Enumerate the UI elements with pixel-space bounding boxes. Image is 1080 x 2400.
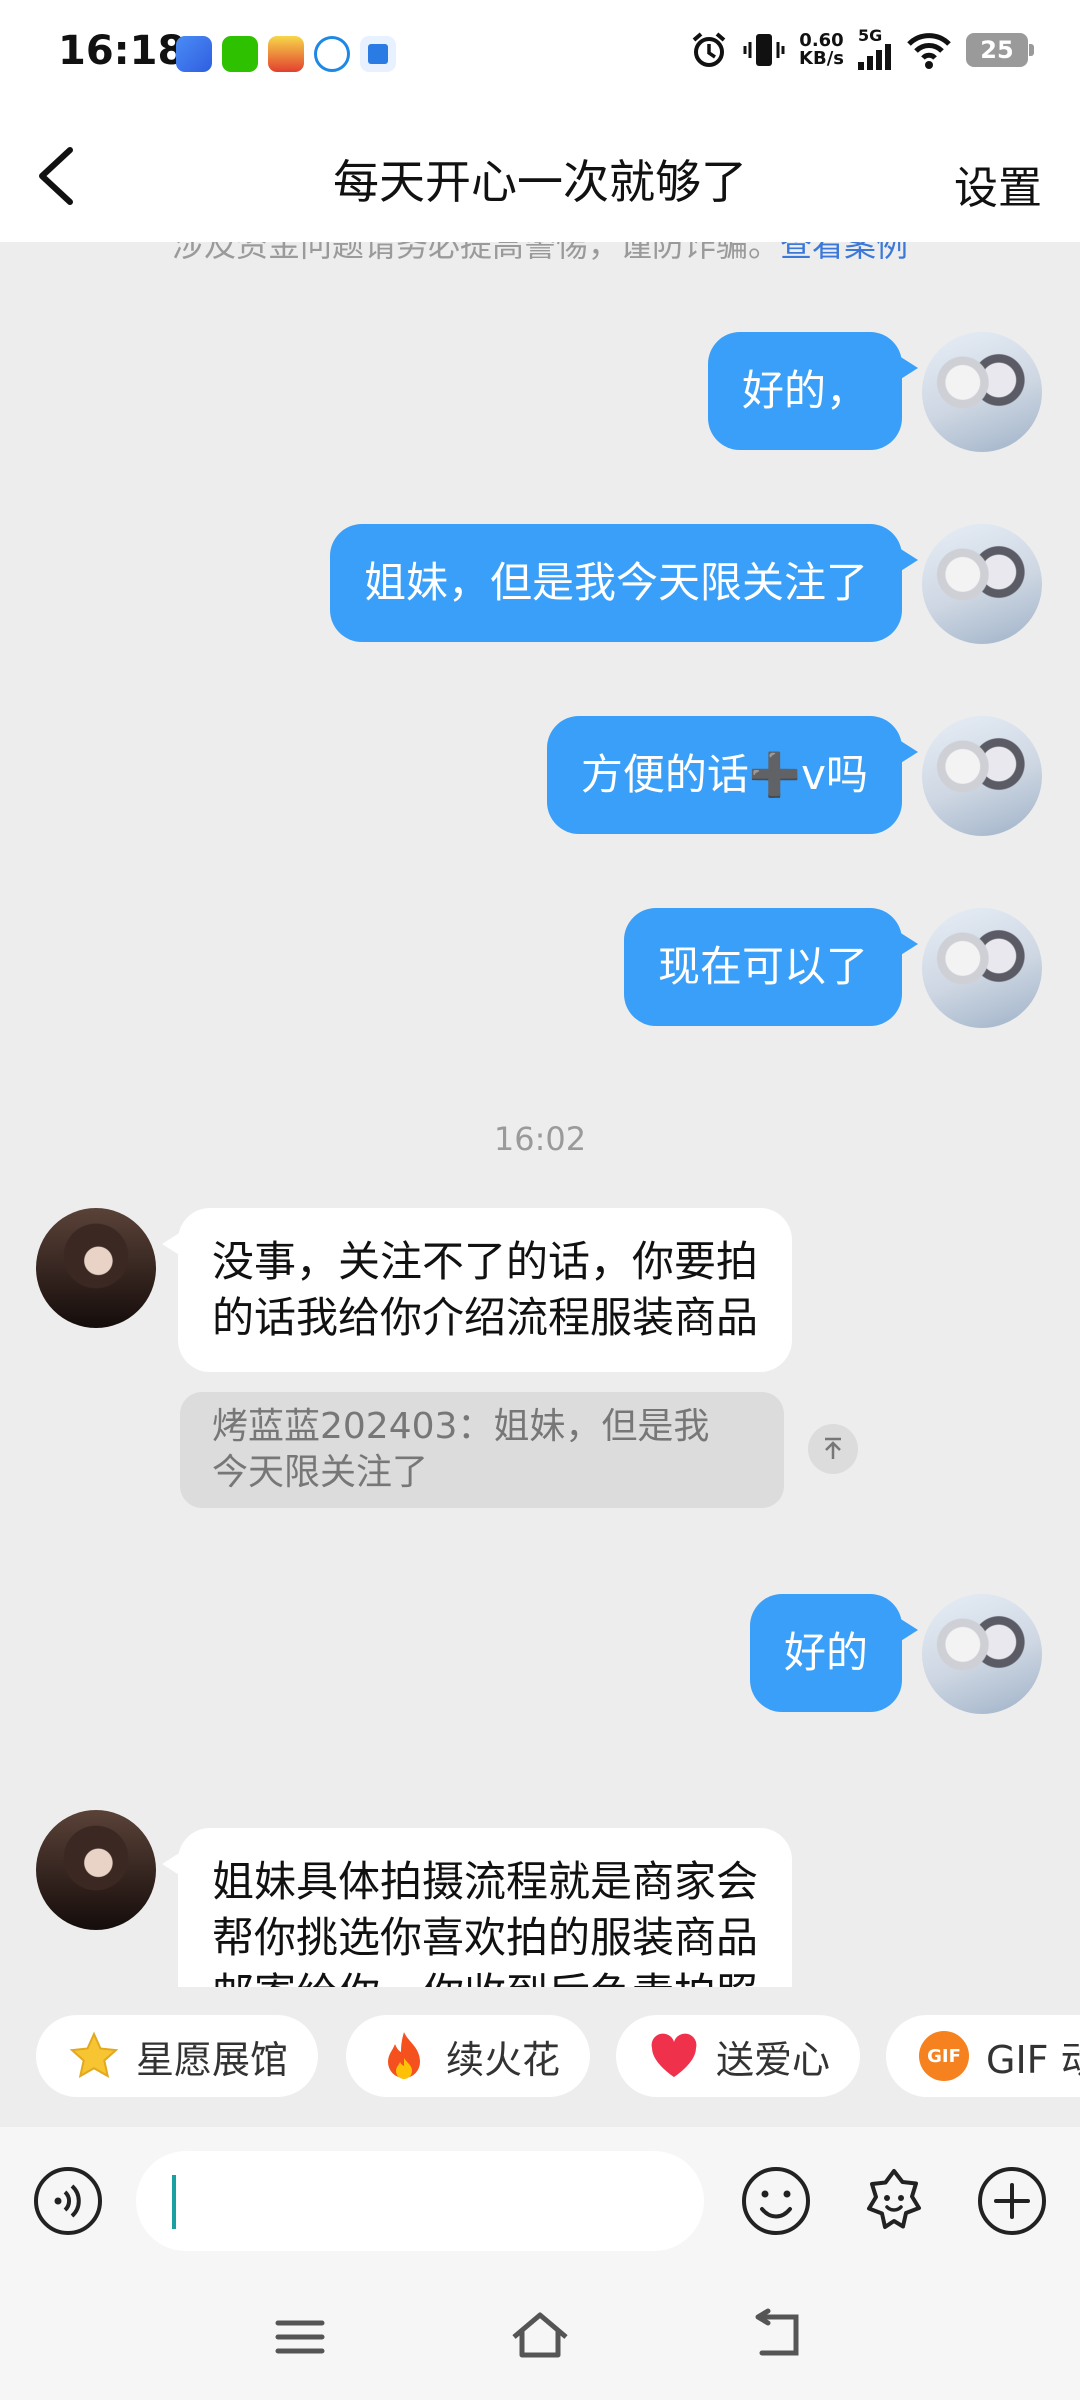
plus-icon[interactable] — [976, 2165, 1048, 2237]
chip-label: 送爱心 — [716, 2037, 831, 2082]
chip-label: 续火花 — [446, 2037, 561, 2082]
chat-title: 每天开心一次就够了 — [333, 155, 747, 209]
jump-to-quote-icon[interactable] — [808, 1424, 858, 1474]
voice-icon[interactable] — [32, 2165, 104, 2237]
chip-label: 星愿展馆 — [136, 2037, 289, 2082]
vibrate-icon — [743, 34, 785, 66]
quote-text: 烤蓝蓝202403：姐妹，但是我 — [212, 1406, 710, 1447]
chip-label: GIF 动 — [986, 2037, 1080, 2082]
chip-star-gallery[interactable]: 星愿展馆 — [36, 2015, 319, 2097]
message-bubble-outgoing[interactable]: 姐妹，但是我今天限关注了 — [329, 524, 919, 642]
fraud-warning: 涉及资金问题请务必提高警惕，谨防诈骗。查看案例 — [0, 242, 1080, 266]
wechat-icon — [222, 36, 258, 72]
message-text: 姐妹具体拍摄流程就是商家会 — [212, 1857, 759, 1906]
message-text: 姐妹，但是我今天限关注了 — [363, 558, 868, 607]
settings-button[interactable]: 设置 — [954, 152, 1042, 216]
browser-icon — [176, 36, 212, 72]
message-bubble-outgoing[interactable]: 方便的话➕v吗 — [546, 716, 919, 834]
status-bar: 16:18 0.60 KB/s 5G 25 — [0, 0, 1080, 110]
notification-icons — [176, 36, 396, 72]
home-icon[interactable] — [508, 2305, 572, 2369]
speed-unit: KB/s — [799, 48, 844, 69]
avatar[interactable] — [922, 908, 1042, 1028]
heart-icon — [648, 2030, 700, 2082]
message-bubble-outgoing[interactable]: 好的 — [749, 1594, 919, 1712]
message-input[interactable] — [136, 2151, 704, 2251]
status-time: 16:18 — [58, 28, 186, 74]
app-red-icon — [268, 36, 304, 72]
avatar[interactable] — [922, 524, 1042, 644]
battery-icon: 25 — [966, 33, 1034, 67]
avatar[interactable] — [36, 1810, 156, 1930]
avatar[interactable] — [922, 332, 1042, 452]
text-caret — [172, 2175, 176, 2229]
back-icon[interactable] — [748, 2305, 812, 2369]
chip-gif[interactable]: GIF GIF 动 — [886, 2015, 1080, 2097]
app-square-icon — [360, 36, 396, 72]
avatar[interactable] — [36, 1208, 156, 1328]
message-text: 没事，关注不了的话，你要拍 — [212, 1237, 759, 1286]
star-icon — [68, 2030, 120, 2082]
gif-icon: GIF — [918, 2030, 970, 2082]
title-bar: 每天开心一次就够了 设置 — [0, 110, 1080, 242]
message-text: 现在可以了 — [657, 942, 868, 991]
signal-icon: 5G — [858, 26, 892, 70]
alarm-icon — [692, 32, 726, 67]
message-bubble-outgoing[interactable]: 现在可以了 — [623, 908, 919, 1026]
message-bubble-incoming[interactable]: 没事，关注不了的话，你要拍 的话我给你介绍流程服装商品 — [161, 1208, 793, 1372]
battery-level: 25 — [980, 36, 1014, 64]
message-text: 的话我给你介绍流程服装商品 — [212, 1293, 759, 1342]
fire-icon — [378, 2030, 430, 2082]
message-text: 方便的话➕v吗 — [580, 750, 868, 799]
quoted-reply[interactable]: 烤蓝蓝202403：姐妹，但是我 今天限关注了 — [180, 1392, 784, 1508]
app-blue-icon — [314, 36, 350, 72]
message-text: 帮你挑选你喜欢拍的服装商品 — [212, 1913, 759, 1962]
message-text: 邮寄给你，你收到后负责拍照 — [212, 1966, 758, 1987]
status-right: 0.60 KB/s 5G 25 — [689, 26, 1034, 70]
avatar[interactable] — [922, 1594, 1042, 1714]
network-type: 5G — [858, 26, 883, 45]
emoji-icon[interactable] — [740, 2165, 812, 2237]
message-text: 好的 — [783, 1628, 868, 1677]
view-cases-link[interactable]: 查看案例 — [780, 242, 908, 264]
menu-icon[interactable] — [268, 2305, 332, 2369]
chip-send-love[interactable]: 送爱心 — [616, 2015, 861, 2097]
network-speed: 0.60 KB/s — [799, 32, 844, 68]
input-bar — [0, 2127, 1080, 2275]
quick-action-bar: 星愿展馆 续火花 送爱心 GIF GIF 动 — [0, 1987, 1080, 2127]
chat-area[interactable]: 涉及资金问题请务必提高警惕，谨防诈骗。查看案例 好的， 姐妹，但是我今天限关注了… — [0, 242, 1080, 1987]
system-nav-bar — [0, 2275, 1080, 2400]
message-bubble-outgoing[interactable]: 好的， — [707, 332, 919, 450]
warning-text: 涉及资金问题请务必提高警惕，谨防诈骗。 — [171, 242, 780, 264]
chip-continue-spark[interactable]: 续火花 — [346, 2015, 591, 2097]
message-text: 好的， — [741, 366, 868, 415]
sticker-icon[interactable] — [858, 2165, 930, 2237]
message-timestamp: 16:02 — [493, 1120, 587, 1158]
gif-icon-text: GIF — [919, 2031, 969, 2081]
avatar[interactable] — [922, 716, 1042, 836]
quote-text: 今天限关注了 — [212, 1452, 429, 1493]
message-bubble-incoming[interactable]: 姐妹具体拍摄流程就是商家会 帮你挑选你喜欢拍的服装商品 邮寄给你，你收到后负责拍… — [161, 1828, 793, 1987]
wifi-icon — [907, 33, 951, 69]
